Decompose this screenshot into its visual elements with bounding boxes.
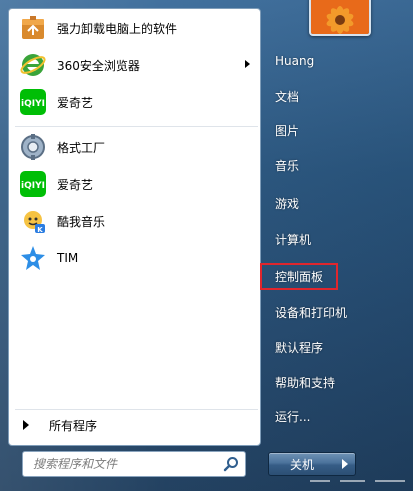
start-menu: 强力卸载电脑上的软件 360安全浏览器 iQIYI 爱奇艺 格式工厂 iQIYI… — [0, 0, 413, 491]
right-item-pictures[interactable]: 图片 — [265, 117, 385, 143]
right-item-documents[interactable]: 文档 — [265, 83, 385, 109]
right-item-label: 图片 — [275, 123, 300, 138]
program-label: 强力卸载电脑上的软件 — [57, 21, 178, 36]
right-item-label: 音乐 — [275, 158, 300, 173]
shutdown-button[interactable]: 关机 — [268, 452, 336, 476]
right-item-label: 帮助和支持 — [275, 375, 336, 390]
program-item-360-browser[interactable]: 360安全浏览器 — [13, 49, 256, 81]
right-item-label: 游戏 — [275, 196, 300, 211]
separator — [15, 126, 258, 127]
program-label: 爱奇艺 — [57, 177, 94, 192]
program-label: 格式工厂 — [57, 140, 106, 155]
search-box[interactable] — [22, 451, 246, 477]
svg-text:iQIYI: iQIYI — [21, 181, 45, 191]
tim-star-icon — [21, 246, 45, 270]
submenu-arrow-icon — [245, 60, 250, 68]
format-factory-icon — [21, 134, 45, 160]
right-item-label: 计算机 — [275, 232, 312, 247]
all-programs-button[interactable]: 所有程序 — [13, 411, 256, 439]
shutdown-options-button[interactable] — [335, 452, 356, 476]
search-input[interactable] — [31, 456, 223, 472]
user-avatar[interactable] — [309, 0, 371, 36]
iqiyi-icon: iQIYI — [20, 89, 46, 115]
360-browser-icon — [20, 54, 46, 76]
separator — [15, 409, 258, 410]
user-name: Huang — [275, 54, 315, 68]
right-item-label: 文档 — [275, 89, 300, 104]
search-icon[interactable] — [223, 456, 239, 472]
flower-avatar-icon — [311, 0, 369, 34]
highlight-annotation-box — [260, 263, 338, 290]
right-item-devices-printers[interactable]: 设备和打印机 — [265, 299, 385, 325]
right-item-default-programs[interactable]: 默认程序 — [265, 334, 385, 360]
program-label: 爱奇艺 — [57, 95, 94, 110]
svg-text:K: K — [37, 226, 43, 234]
right-item-label: 设备和打印机 — [275, 305, 348, 320]
program-item-format-factory[interactable]: 格式工厂 — [13, 131, 256, 163]
program-item-tim[interactable]: TIM — [13, 242, 256, 274]
program-item-iqiyi[interactable]: iQIYI 爱奇艺 — [13, 168, 256, 200]
chevron-right-icon — [342, 459, 348, 469]
program-item-iqiyi[interactable]: iQIYI 爱奇艺 — [13, 86, 256, 118]
right-item-help-support[interactable]: 帮助和支持 — [265, 369, 385, 395]
all-programs-label: 所有程序 — [49, 418, 98, 433]
right-item-label: 运行... — [275, 409, 311, 424]
right-item-run[interactable]: 运行... — [265, 403, 385, 429]
program-label: TIM — [57, 251, 79, 265]
programs-panel: 强力卸载电脑上的软件 360安全浏览器 iQIYI 爱奇艺 格式工厂 iQIYI… — [8, 8, 261, 446]
right-item-music[interactable]: 音乐 — [265, 152, 385, 178]
svg-text:iQIYI: iQIYI — [21, 99, 45, 109]
right-item-label: 默认程序 — [275, 340, 324, 355]
user-name-item[interactable]: Huang — [265, 48, 385, 74]
uninstall-box-icon — [22, 16, 44, 39]
kuwo-music-icon: K — [24, 211, 45, 234]
expand-arrow-icon — [23, 420, 29, 430]
iqiyi-icon: iQIYI — [20, 171, 46, 197]
program-item-kuwo-music[interactable]: K 酷我音乐 — [13, 205, 256, 237]
right-item-games[interactable]: 游戏 — [265, 190, 385, 216]
program-label: 360安全浏览器 — [57, 58, 140, 73]
program-item-uninstaller[interactable]: 强力卸载电脑上的软件 — [13, 12, 256, 44]
watermark-logo — [310, 480, 405, 482]
program-label: 酷我音乐 — [57, 214, 106, 229]
shutdown-label: 关机 — [289, 457, 314, 472]
right-item-computer[interactable]: 计算机 — [265, 226, 385, 252]
